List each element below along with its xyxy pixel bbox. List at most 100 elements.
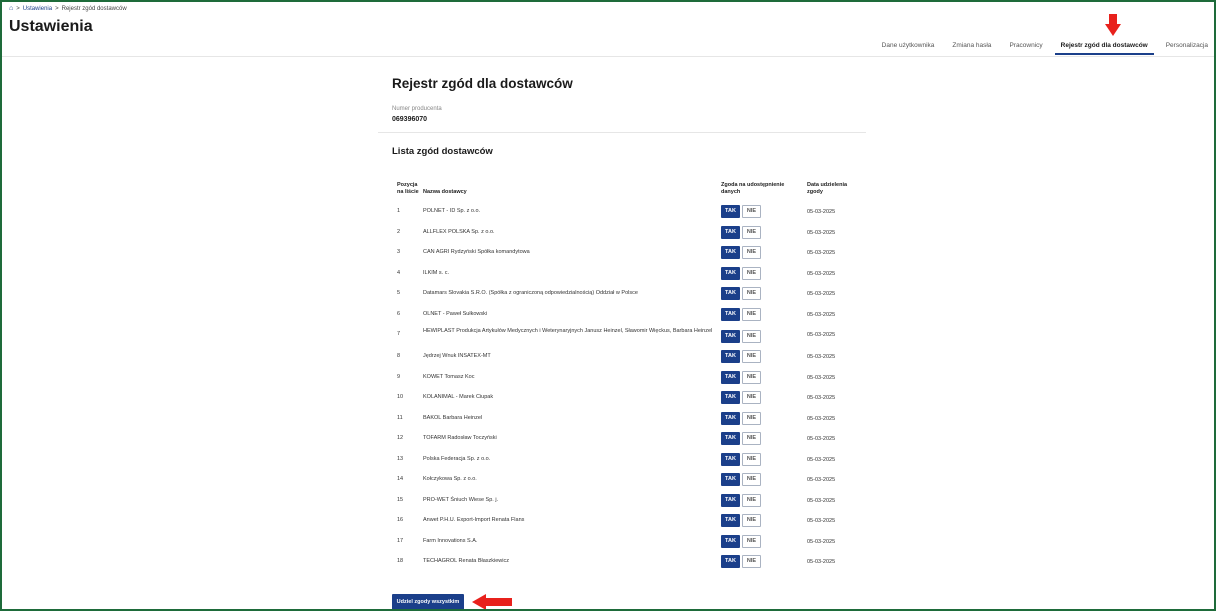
consent-yes-button[interactable]: TAK (721, 330, 740, 343)
table-row: 17 Farm Innovations S.A. TAK NIE 05-03-2025 (378, 532, 866, 553)
tab-employees[interactable]: Pracownicy (1003, 42, 1048, 55)
consent-yes-button[interactable]: TAK (721, 205, 740, 218)
row-position: 9 (397, 373, 401, 380)
consent-no-button[interactable]: NIE (742, 350, 761, 363)
table-row: 7 HEWIPLAST Produkcja Artykułów Medycznyc… (378, 325, 866, 347)
consent-no-button[interactable]: NIE (742, 370, 761, 384)
consent-yes-button[interactable]: TAK (721, 534, 740, 548)
consent-no-button[interactable]: NIE (742, 411, 761, 425)
row-position: 10 (397, 394, 404, 400)
consent-yes-button[interactable]: TAK (721, 452, 740, 466)
row-consent-date: 05-03-2025 (807, 311, 836, 318)
row-position: 3 (397, 249, 401, 255)
consent-no-button[interactable]: NIE (742, 473, 761, 486)
row-supplier-name: KOLANIMAL - Marek Ciupak (423, 394, 494, 400)
row-supplier-name: OLNET - Paweł Sułkowski (423, 310, 488, 317)
row-supplier-name: HEWIPLAST Produkcja Artykułów Medycznych… (423, 328, 713, 334)
row-consent-date: 05-03-2025 (807, 477, 836, 483)
consent-no-button[interactable]: NIE (742, 555, 761, 568)
consent-yes-button[interactable]: TAK (721, 225, 740, 239)
row-supplier-name: Kołczykowa Sp. z o.o. (423, 476, 477, 482)
tab-user-data[interactable]: Dane użytkownika (876, 42, 941, 55)
row-supplier-name: Anwet P.H.U. Export-Import Renata Flans (423, 517, 525, 523)
consent-no-button[interactable]: NIE (742, 225, 761, 239)
row-consent-date: 05-03-2025 (807, 395, 836, 401)
row-supplier-name: Polska Federacja Sp. z o.o. (423, 455, 491, 462)
consent-yes-button[interactable]: TAK (721, 350, 740, 363)
producer-number-label: Numer producenta (392, 106, 442, 112)
table-body: 1 POLNET - ID Sp. z o.o. TAK NIE 05-03-2025 2… (378, 202, 866, 573)
row-supplier-name: KOWET Tomasz Koc (423, 373, 475, 380)
consents-table: Pozycja na liście Nazwa dostawcy Zgoda n… (378, 182, 866, 573)
table-row: 1 POLNET - ID Sp. z o.o. TAK NIE 05-03-2025 (378, 202, 866, 223)
consent-yes-button[interactable]: TAK (721, 246, 740, 259)
row-consent-date: 05-03-2025 (807, 518, 836, 524)
consent-yes-button[interactable]: TAK (721, 514, 740, 527)
row-position: 13 (397, 455, 404, 462)
breadcrumb: ⌂ > Ustawienia > Rejestr zgód dostawców (9, 5, 127, 12)
home-icon[interactable]: ⌂ (9, 5, 13, 12)
tab-supplier-consents[interactable]: Rejestr zgód dla dostawców (1054, 42, 1154, 55)
consent-no-button[interactable]: NIE (742, 534, 761, 548)
row-consent-date: 05-03-2025 (807, 559, 836, 565)
consent-no-button[interactable]: NIE (742, 432, 761, 445)
consent-no-button[interactable]: NIE (742, 514, 761, 527)
consent-yes-button[interactable]: TAK (721, 432, 740, 445)
table-row: 2 ALLFLEX POLSKA Sp. z o.o. TAK NIE 05-03-20… (378, 223, 866, 244)
row-supplier-name: Jędrzej Wnuk INSATEX-MT (423, 353, 491, 359)
row-position: 11 (397, 414, 403, 421)
row-consent-date: 05-03-2025 (807, 332, 836, 338)
consent-yes-button[interactable]: TAK (721, 473, 740, 486)
table-row: 4 ILKIM s. c. TAK NIE 05-03-2025 (378, 264, 866, 285)
consent-no-button[interactable]: NIE (742, 266, 761, 280)
row-position: 16 (397, 517, 404, 523)
consent-yes-button[interactable]: TAK (721, 307, 740, 321)
consent-yes-button[interactable]: TAK (721, 493, 740, 507)
consent-no-button[interactable]: NIE (742, 391, 761, 404)
column-header-position: Pozycja na liście (397, 182, 419, 195)
row-consent-date: 05-03-2025 (807, 250, 836, 256)
row-position: 12 (397, 435, 404, 441)
row-position: 15 (397, 496, 404, 503)
grant-all-consents-button[interactable]: Udziel zgody wszystkim (392, 594, 464, 609)
row-consent-date: 05-03-2025 (807, 415, 836, 422)
consent-yes-button[interactable]: TAK (721, 555, 740, 568)
row-consent-date: 05-03-2025 (807, 538, 836, 545)
table-row: 6 OLNET - Paweł Sułkowski TAK NIE 05-03-2025 (378, 305, 866, 326)
consent-yes-button[interactable]: TAK (721, 266, 740, 280)
consent-no-button[interactable]: NIE (742, 205, 761, 218)
row-position: 4 (397, 269, 401, 276)
breadcrumb-current: Rejestr zgód dostawców (61, 5, 127, 12)
table-header: Pozycja na liście Nazwa dostawcy Zgoda n… (378, 182, 866, 202)
breadcrumb-settings-link[interactable]: Ustawienia (23, 6, 52, 12)
column-header-consent: Zgoda na udostępnienie danych (721, 182, 785, 195)
column-header-name: Nazwa dostawcy (423, 189, 467, 195)
consents-heading: Rejestr zgód dla dostawców (392, 76, 573, 91)
row-position: 1 (397, 208, 401, 214)
consent-no-button[interactable]: NIE (742, 287, 761, 300)
table-row: 16 Anwet P.H.U. Export-Import Renata Flan… (378, 511, 866, 532)
consents-panel: Rejestr zgód dla dostawców Numer produce… (378, 76, 866, 157)
consent-no-button[interactable]: NIE (742, 493, 761, 507)
page-title: Ustawienia (9, 18, 93, 35)
row-consent-date: 05-03-2025 (807, 229, 836, 236)
consent-no-button[interactable]: NIE (742, 246, 761, 259)
consent-yes-button[interactable]: TAK (721, 411, 740, 425)
table-row: 8 Jędrzej Wnuk INSATEX-MT TAK NIE 05-03-2025 (378, 347, 866, 368)
tab-personalization[interactable]: Personalizacja (1160, 42, 1214, 55)
tabs-divider (2, 56, 1214, 57)
section-divider (378, 132, 866, 133)
consent-yes-button[interactable]: TAK (721, 391, 740, 404)
consent-no-button[interactable]: NIE (742, 307, 761, 321)
table-row: 5 Datamars Slovakia S.R.O. (Spółka z ogra… (378, 284, 866, 305)
consent-no-button[interactable]: NIE (742, 452, 761, 466)
row-supplier-name: Farm Innovations S.A. (423, 537, 478, 544)
consent-no-button[interactable]: NIE (742, 330, 761, 343)
consent-yes-button[interactable]: TAK (721, 287, 740, 300)
settings-tabs: Dane użytkownika Zmiana hasła Pracownicy… (870, 42, 1214, 55)
table-row: 3 CAN AGRI Rydzyński Spółka komandytowa TA… (378, 243, 866, 264)
table-row: 10 KOLANIMAL - Marek Ciupak TAK NIE 05-03-20… (378, 388, 866, 409)
consent-yes-button[interactable]: TAK (721, 370, 740, 384)
tab-change-password[interactable]: Zmiana hasła (946, 42, 997, 55)
row-consent-date: 05-03-2025 (807, 291, 836, 297)
